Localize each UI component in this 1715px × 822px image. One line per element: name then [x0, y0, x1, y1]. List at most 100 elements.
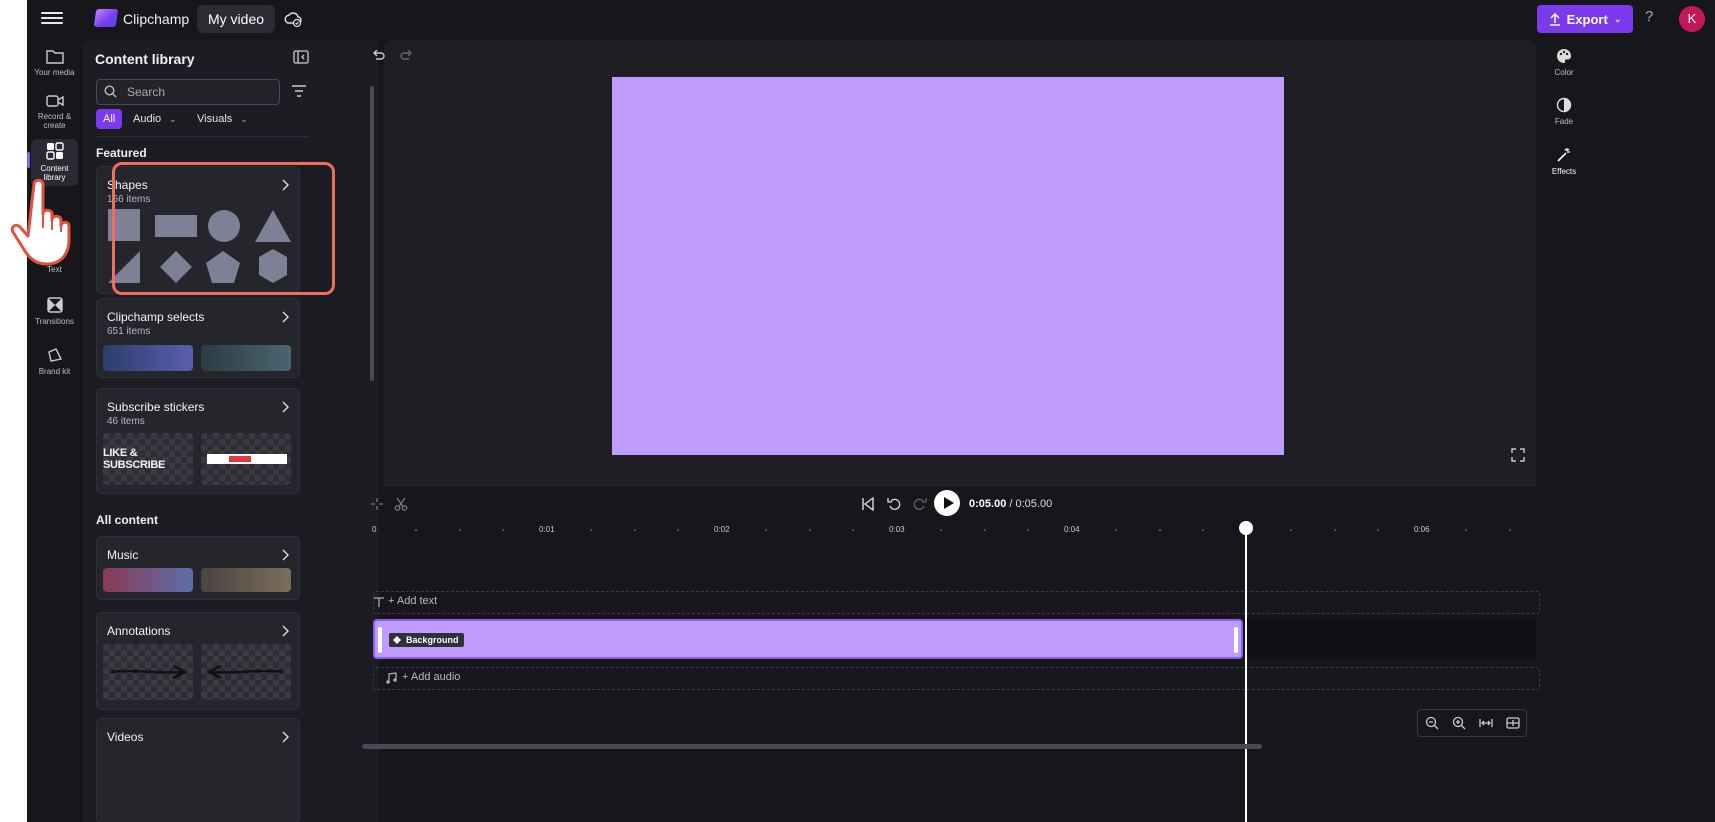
export-button[interactable]: Export ⌄ — [1537, 5, 1633, 33]
play-button[interactable] — [934, 490, 960, 516]
clip-trim-handle-right[interactable] — [1234, 627, 1238, 653]
ruler-label: 0:02 — [714, 525, 730, 534]
fit-to-width-icon[interactable] — [1478, 716, 1493, 730]
sticker-text: LIKE & SUBSCRIBE — [103, 447, 166, 471]
property-label: Fade — [1554, 117, 1574, 126]
all-content-heading: All content — [96, 513, 158, 527]
chevron-right-icon — [282, 401, 289, 413]
right-sidebar: Color Fade Effects — [1539, 40, 1589, 822]
zoom-out-icon[interactable] — [1425, 716, 1439, 730]
clipchamp-app: Clipchamp My video Export ⌄ ? K Your med… — [27, 0, 1715, 822]
property-label: Effects — [1551, 167, 1577, 176]
property-fade[interactable]: Fade — [1539, 97, 1589, 126]
chevron-down-icon: ⌄ — [1613, 13, 1622, 24]
scissors-icon[interactable] — [394, 497, 408, 511]
property-label: Color — [1554, 68, 1574, 77]
hand-pointer-icon — [10, 178, 71, 266]
menu-icon[interactable] — [41, 9, 63, 29]
forward-5-icon[interactable] — [913, 497, 927, 511]
property-color[interactable]: Color — [1539, 48, 1589, 77]
music-card[interactable]: Music — [96, 536, 300, 600]
chevron-down-icon: ⌄ — [169, 114, 177, 124]
filter-chip-all[interactable]: All — [96, 109, 123, 129]
add-text-label: + Add text — [388, 595, 438, 607]
sticker-thumbnail — [201, 433, 291, 485]
timeline: 0:05.00 / 0:05.00 0 0:01 0:02 0:03 0:04 … — [362, 487, 1540, 822]
filter-chip-visuals[interactable]: Visuals ⌄ — [197, 109, 248, 129]
music-note-icon — [386, 672, 397, 684]
transitions-icon — [46, 297, 63, 313]
search-box[interactable] — [96, 79, 280, 105]
property-effects[interactable]: Effects — [1539, 147, 1589, 176]
chevron-right-icon — [282, 311, 289, 323]
paint-bucket-icon — [393, 636, 401, 644]
audio-waveform-thumbnail — [103, 345, 193, 371]
ruler-label: 0 — [372, 525, 377, 534]
undo-icon[interactable] — [371, 50, 385, 62]
sidebar-item-text[interactable]: Text — [27, 265, 82, 274]
rewind-5-icon[interactable] — [887, 497, 901, 511]
sidebar-item-transitions[interactable]: Transitions — [27, 297, 82, 326]
videos-card[interactable]: Videos — [96, 718, 300, 822]
zoom-in-icon[interactable] — [1452, 716, 1466, 730]
chevron-right-icon — [282, 625, 289, 637]
time-ruler[interactable]: 0 0:01 0:02 0:03 0:04 0:06 — [372, 523, 1536, 537]
timeline-expand-icon[interactable] — [1505, 716, 1520, 730]
subscribe-stickers-card[interactable]: Subscribe stickers 46 items LIKE & SUBSC… — [96, 388, 300, 494]
skip-to-start-icon[interactable] — [861, 497, 875, 511]
card-title: Videos — [107, 730, 144, 744]
timeline-controls: 0:05.00 / 0:05.00 — [371, 487, 1536, 523]
redo-icon[interactable] — [400, 50, 414, 62]
clipchamp-logo-icon — [93, 9, 119, 27]
sidebar-item-brand-kit[interactable]: Brand kit — [27, 347, 82, 376]
sidebar-item-label: Transitions — [35, 317, 74, 326]
active-indicator — [27, 152, 30, 168]
help-button[interactable]: ? — [1645, 8, 1653, 25]
clip-trim-handle-left[interactable] — [378, 627, 382, 653]
timeline-scrollbar[interactable] — [362, 744, 1262, 749]
sidebar-item-your-media[interactable]: Your media — [27, 48, 82, 77]
clipchamp-selects-card[interactable]: Clipchamp selects 651 items — [96, 298, 300, 378]
fullscreen-icon[interactable] — [1511, 448, 1525, 462]
sidebar-item-record-create[interactable]: Record & create — [27, 94, 82, 130]
panel-title: Content library — [95, 51, 195, 67]
sidebar-item-label: Your media — [34, 68, 75, 77]
arrow-left-thumbnail — [201, 644, 291, 700]
panel-scrollbar[interactable] — [370, 86, 374, 381]
playhead[interactable] — [1245, 527, 1247, 822]
highlight-outline — [112, 162, 335, 295]
card-title: Music — [107, 548, 139, 562]
collapse-panel-icon[interactable] — [293, 50, 309, 64]
cloud-sync-icon[interactable] — [283, 9, 303, 29]
video-preview[interactable] — [612, 77, 1284, 455]
chip-label: Visuals — [197, 113, 233, 125]
add-audio-track[interactable]: + Add audio — [373, 667, 1540, 690]
text-icon — [374, 597, 384, 607]
content-library-icon — [45, 142, 64, 160]
camera-icon — [45, 95, 64, 107]
background-clip[interactable]: Background — [373, 619, 1243, 659]
search-icon — [104, 85, 117, 98]
annotations-card[interactable]: Annotations — [96, 612, 300, 710]
card-title: Clipchamp selects — [107, 310, 205, 324]
clip-label: Background — [389, 633, 464, 647]
audio-waveform-thumbnail — [201, 345, 291, 371]
avatar[interactable]: K — [1679, 6, 1705, 32]
ruler-label: 0:03 — [889, 525, 905, 534]
project-title-tab[interactable]: My video — [197, 5, 276, 33]
arrow-right-thumbnail — [103, 644, 193, 700]
card-count: 46 items — [107, 416, 145, 427]
export-label: Export — [1566, 11, 1608, 27]
upload-icon — [1549, 12, 1560, 26]
palette-icon — [1557, 48, 1572, 63]
ruler-label: 0:04 — [1064, 525, 1080, 534]
filter-chip-audio[interactable]: Audio ⌄ — [133, 109, 177, 129]
add-text-track[interactable]: + Add text — [373, 591, 1540, 614]
top-bar: Clipchamp My video Export ⌄ ? K — [27, 0, 1715, 38]
magic-edit-icon[interactable] — [370, 497, 384, 511]
card-count: 651 items — [107, 326, 151, 337]
subscribe-banner — [207, 454, 287, 464]
filter-icon[interactable] — [290, 82, 308, 100]
search-input[interactable] — [125, 82, 277, 102]
playhead-handle[interactable] — [1239, 521, 1253, 535]
